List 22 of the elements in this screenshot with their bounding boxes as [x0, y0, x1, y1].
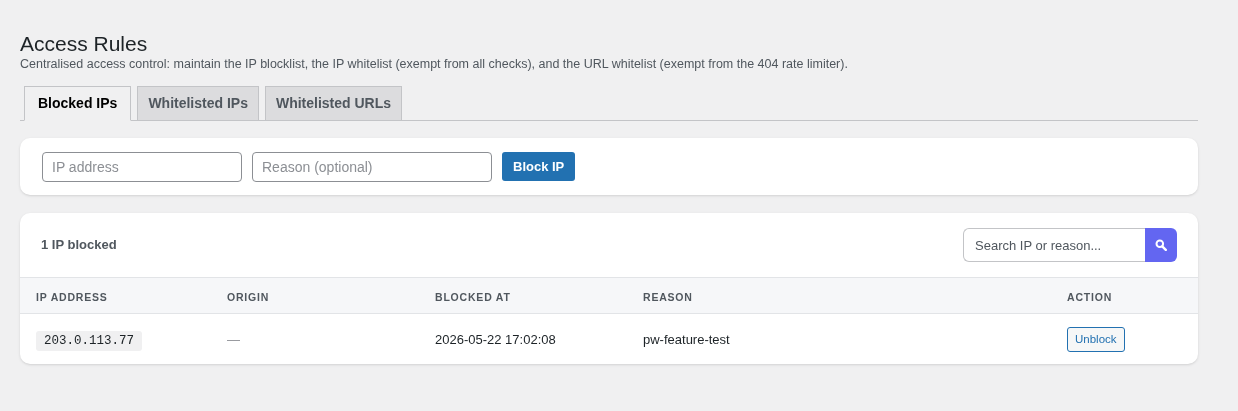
column-header: REASON: [643, 290, 693, 303]
tab[interactable]: Blocked IPs: [24, 86, 132, 121]
search-icon: [1155, 239, 1167, 251]
reason-field[interactable]: Reason (optional): [252, 151, 492, 182]
column-header: ACTION: [1067, 290, 1113, 303]
column-header: ORIGIN: [227, 290, 270, 303]
column-header: BLOCKED AT: [435, 290, 511, 303]
page-title: Access Rules: [20, 32, 148, 56]
search-field[interactable]: Search IP or reason...: [963, 228, 1145, 262]
blocked-count: 1 IP blocked: [41, 236, 117, 255]
table-cell: —: [227, 331, 240, 347]
table-cell: pw-feature-test: [643, 331, 730, 347]
ip-address-field[interactable]: IP address: [42, 151, 242, 182]
block-ip-button[interactable]: Block IP: [502, 152, 576, 181]
page-description: Centralised access control: maintain the IP blocklist, the IP whitelist (exempt from all checks), and the URL whitelist (exempt from the 404 rate limiter).: [20, 56, 848, 72]
tab[interactable]: Whitelisted URLs: [264, 86, 403, 120]
search-button[interactable]: [1145, 228, 1177, 262]
ip-address: 203.0.113.77: [36, 330, 142, 351]
table-cell: 2026-05-22 17:02:08: [435, 331, 556, 347]
tab[interactable]: Whitelisted IPs: [137, 86, 259, 120]
unblock-button[interactable]: Unblock: [1067, 326, 1125, 352]
column-header: IP ADDRESS: [36, 290, 108, 303]
